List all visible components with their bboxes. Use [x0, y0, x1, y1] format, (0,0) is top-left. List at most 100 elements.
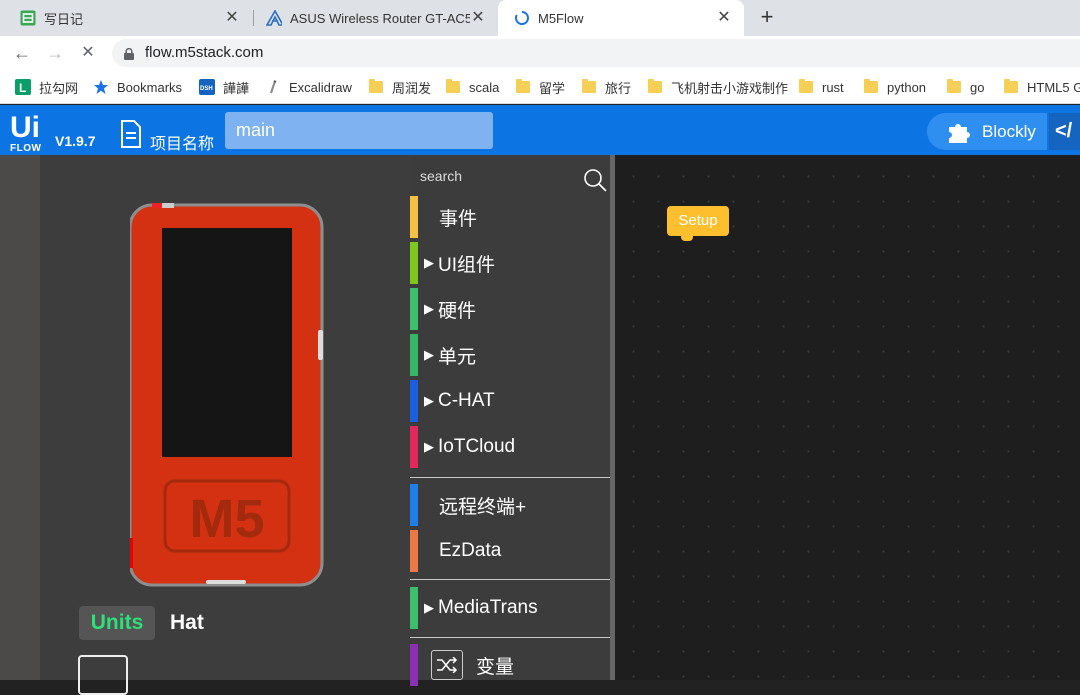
bookmark-label: 留学: [539, 80, 566, 96]
toolbox-separator: [410, 637, 610, 638]
bookmark-item[interactable]: DSH 譁譁: [199, 78, 249, 96]
left-edge-strip: [0, 155, 40, 680]
bookmark-label: 旅行: [605, 80, 632, 96]
units-tab[interactable]: Units: [79, 606, 155, 640]
category-iotcloud[interactable]: ▶ IoTCloud: [410, 426, 610, 468]
bookmarks-bar: L 拉勾网 Bookmarks DSH 譁譁 Excalidraw 周润发 sc…: [0, 70, 1080, 104]
expand-arrow-icon: ▶: [424, 600, 434, 615]
category-color-bar: [410, 380, 418, 422]
close-tab-icon[interactable]: ✕: [716, 10, 732, 26]
loading-spinner-icon: [514, 10, 530, 26]
svg-text:DSH: DSH: [200, 86, 213, 92]
bookmark-folder[interactable]: 飞机射击小游戏制作: [647, 78, 788, 96]
category-label: 事件: [439, 208, 478, 230]
category-label: 变量: [476, 656, 515, 678]
svg-text:Ui: Ui: [10, 111, 40, 144]
dsh-icon: DSH: [199, 79, 215, 95]
category-mediatrans[interactable]: ▶ MediaTrans: [410, 587, 610, 629]
bookmark-folder[interactable]: 留学: [515, 78, 565, 96]
category-color-bar: [410, 334, 418, 376]
bookmark-folder[interactable]: 周润发: [368, 78, 431, 96]
svg-text:FLOW: FLOW: [10, 143, 41, 151]
bookmark-folder[interactable]: python: [863, 78, 926, 96]
device-panel: M5 Units Hat: [40, 155, 410, 695]
new-tab-button[interactable]: +: [756, 6, 778, 28]
bookmark-item[interactable]: Excalidraw: [265, 78, 352, 96]
category-ui[interactable]: ▶ UI组件: [410, 242, 610, 284]
category-remote-terminal[interactable]: 远程终端+: [410, 484, 610, 526]
bookmark-folder[interactable]: rust: [798, 78, 844, 96]
close-tab-icon[interactable]: ✕: [224, 10, 240, 26]
bookmark-label: Excalidraw: [289, 79, 352, 95]
category-label: IoTCloud: [438, 436, 516, 457]
category-events[interactable]: 事件: [410, 196, 610, 238]
bookmark-item[interactable]: Bookmarks: [93, 78, 182, 96]
bookmark-item[interactable]: L 拉勾网: [15, 78, 78, 96]
browser-tab-asus[interactable]: ASUS Wireless Router GT-AC5300 ✕: [254, 0, 498, 36]
folder-icon: [445, 79, 461, 95]
expand-arrow-icon: ▶: [424, 301, 434, 316]
bookmark-folder[interactable]: 旅行: [581, 78, 631, 96]
folder-icon: [368, 79, 384, 95]
stop-loading-button[interactable]: ✕: [77, 42, 99, 64]
journal-icon: [20, 10, 36, 26]
setup-block[interactable]: Setup: [667, 206, 729, 236]
category-label: EzData: [439, 540, 502, 561]
bookmark-folder[interactable]: HTML5 G: [1003, 78, 1080, 96]
bookmark-label: python: [887, 79, 927, 95]
bookmark-folder[interactable]: go: [946, 78, 984, 96]
folder-icon: [946, 79, 962, 95]
project-name-input[interactable]: [225, 112, 493, 149]
category-label: 硬件: [438, 300, 477, 322]
document-icon: [120, 120, 142, 148]
tab-title: ASUS Wireless Router GT-AC5300: [290, 10, 470, 26]
category-label: 单元: [438, 346, 477, 368]
back-button[interactable]: ←: [11, 42, 33, 64]
block-toolbox: search 事件 ▶ UI组件 ▶ 硬件 ▶ 单元 ▶ C-HAT ▶ IoT…: [410, 155, 610, 686]
category-label: UI组件: [438, 254, 496, 276]
bookmark-label: 譁譁: [223, 80, 250, 96]
m5stickc-device[interactable]: M5: [128, 203, 326, 592]
category-hardware[interactable]: ▶ 硬件: [410, 288, 610, 330]
bookmark-label: rust: [822, 79, 844, 95]
project-name-label: 项目名称: [150, 136, 215, 153]
code-mode-button[interactable]: </: [1049, 113, 1080, 150]
bookmark-label: Bookmarks: [117, 79, 183, 95]
expand-arrow-icon: ▶: [424, 439, 434, 454]
asus-router-icon: [266, 10, 282, 26]
puzzle-icon: [946, 119, 972, 145]
browser-tab-m5flow[interactable]: M5Flow ✕: [498, 0, 744, 36]
add-unit-button[interactable]: [78, 655, 128, 695]
category-color-bar: [410, 288, 418, 330]
search-icon[interactable]: [582, 167, 608, 193]
category-ezdata[interactable]: EzData: [410, 530, 610, 572]
category-color-bar: [410, 196, 418, 238]
close-tab-icon[interactable]: ✕: [470, 10, 486, 26]
hat-tab[interactable]: Hat: [170, 606, 204, 640]
uiflow-logo: Ui FLOW: [10, 111, 46, 154]
folder-icon: [863, 79, 879, 95]
category-color-bar: [410, 587, 418, 629]
category-units[interactable]: ▶ 单元: [410, 334, 610, 376]
category-color-bar: [410, 484, 418, 526]
blockly-workspace[interactable]: Setup: [615, 155, 1080, 680]
folder-icon: [647, 79, 663, 95]
bookmark-label: scala: [469, 79, 500, 95]
category-color-bar: [410, 530, 418, 572]
address-bar[interactable]: flow.m5stack.com: [112, 39, 1080, 67]
lock-icon: [124, 47, 134, 60]
toolbox-search-input[interactable]: search: [420, 168, 462, 184]
category-label: 远程终端+: [439, 496, 527, 518]
expand-arrow-icon: ▶: [424, 393, 434, 408]
forward-button[interactable]: →: [44, 42, 66, 64]
category-c-hat[interactable]: ▶ C-HAT: [410, 380, 610, 422]
star-icon: [93, 79, 109, 95]
bookmark-label: 拉勾网: [39, 80, 79, 96]
category-label: C-HAT: [438, 390, 495, 411]
device-brand-text: M5: [189, 489, 264, 549]
tab-title: 写日记: [44, 11, 84, 27]
bookmark-folder[interactable]: scala: [445, 78, 499, 96]
browser-tab-journal[interactable]: 写日记 ✕: [0, 0, 252, 36]
blockly-label: Blockly: [982, 121, 1036, 141]
blockly-mode-button[interactable]: Blockly: [927, 113, 1047, 150]
